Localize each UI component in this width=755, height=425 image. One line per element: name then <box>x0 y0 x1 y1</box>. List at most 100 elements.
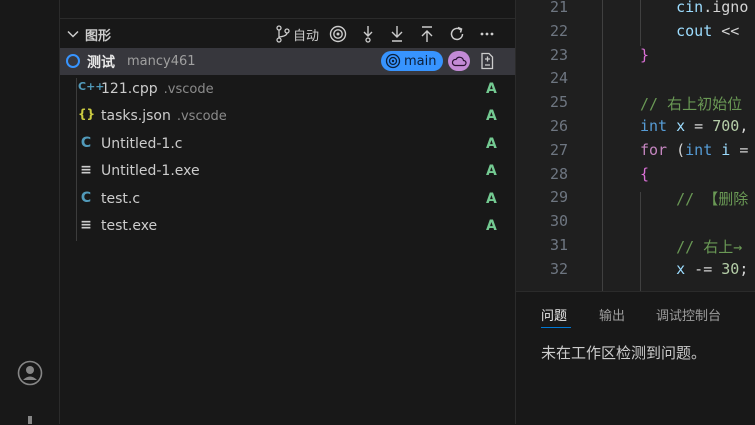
commit-node-icon <box>66 54 80 68</box>
c-file-icon: C <box>80 189 92 206</box>
file-name: Untitled-1.c <box>101 135 183 152</box>
file-name: test.c <box>101 190 141 207</box>
file-name: test.exe <box>101 217 158 234</box>
target-button[interactable] <box>328 24 348 44</box>
code-line[interactable]: 32 x -= 30; <box>516 260 755 284</box>
code-text: for (int i = <box>640 140 749 159</box>
line-number: 26 <box>549 117 568 135</box>
list-item[interactable]: C test.c A <box>60 187 515 214</box>
commit-message: 测试 <box>87 55 115 71</box>
code-line[interactable]: 30 <box>516 212 755 236</box>
file-directory: .vscode <box>176 109 227 125</box>
code-text: // 【删除 <box>640 190 749 209</box>
ellipsis-icon <box>480 32 494 36</box>
code-line[interactable]: 24 <box>516 69 755 93</box>
source-control-panel: 图形 自动 测试 mancy461 main C++ 121.cpp .vsco… <box>60 0 516 424</box>
binary-file-icon: ≡ <box>80 162 92 179</box>
list-item[interactable]: ≡ Untitled-1.exe A <box>60 159 515 186</box>
code-text: } <box>640 45 650 64</box>
bottom-panel: 问题 输出 调试控制台 未在工作区检测到问题。 <box>516 291 755 425</box>
code-text: cin.igno <box>676 0 749 16</box>
branch-filter-button[interactable]: 自动 <box>268 24 326 44</box>
line-number: 29 <box>549 188 568 207</box>
list-item[interactable]: C++ 121.cpp .vscode A <box>60 77 515 104</box>
file-name: Untitled-1.exe <box>101 163 200 180</box>
refresh-button[interactable] <box>447 24 467 44</box>
line-number: 28 <box>549 164 568 183</box>
graph-section-title: 图形 <box>85 29 112 44</box>
code-line[interactable]: 23} <box>516 46 755 70</box>
commit-author: mancy461 <box>127 54 196 69</box>
code-line[interactable]: 26 int x = 700, <box>516 117 755 141</box>
file-name: 121.cpp .vscode <box>101 81 214 97</box>
list-item[interactable]: ≡ test.exe A <box>60 214 515 241</box>
tab-output[interactable]: 输出 <box>599 305 625 324</box>
tab-problems[interactable]: 问题 <box>541 305 567 324</box>
status-badge: A <box>486 81 497 97</box>
problems-message: 未在工作区检测到问题。 <box>541 344 707 362</box>
branch-icon <box>276 25 290 43</box>
push-icon <box>421 26 433 42</box>
c-file-icon: C <box>80 134 92 151</box>
pull-icon <box>391 26 403 42</box>
target-icon <box>329 25 347 43</box>
divider <box>60 18 515 19</box>
line-number: 24 <box>549 69 568 88</box>
fetch-icon <box>363 26 373 43</box>
fetch-button[interactable] <box>358 24 378 44</box>
graph-section-header[interactable]: 图形 自动 <box>60 22 515 46</box>
code-line[interactable]: 28 { <box>516 165 755 189</box>
code-line[interactable]: 21 cin.igno <box>516 0 755 22</box>
code-text: { <box>640 164 650 183</box>
commit-row[interactable]: 测试 mancy461 main <box>60 48 515 75</box>
remote-badge <box>448 51 470 71</box>
line-number: 32 <box>549 259 568 278</box>
status-badge: A <box>486 217 497 234</box>
status-badge: A <box>486 190 497 207</box>
account-icon[interactable] <box>17 360 43 386</box>
list-item[interactable]: C Untitled-1.c A <box>60 132 515 159</box>
branch-filter-label: 自动 <box>292 28 319 44</box>
status-badge: A <box>486 108 497 125</box>
status-badge: A <box>486 163 497 180</box>
tab-debug-console[interactable]: 调试控制台 <box>656 305 721 324</box>
code-text: // 右上→ <box>640 238 743 256</box>
active-tab-indicator <box>541 327 571 328</box>
code-line[interactable]: 27 for (int i = <box>516 141 755 165</box>
code-text: // 右上初始位 <box>640 95 743 114</box>
code-text: cout << <box>676 21 749 40</box>
chevron-down-icon[interactable] <box>66 27 80 41</box>
cpp-file-icon: C++ <box>78 80 105 93</box>
open-changes-icon[interactable] <box>478 52 496 70</box>
file-directory: .vscode <box>163 82 214 97</box>
branch-badge: main <box>381 51 443 71</box>
code-line[interactable]: 25 // 右上初始位 <box>516 93 755 117</box>
line-number: 27 <box>549 140 568 159</box>
line-number: 23 <box>549 45 568 64</box>
code-line[interactable]: 29 // 【删除 <box>516 188 755 212</box>
file-name: tasks.json .vscode <box>101 108 227 125</box>
more-actions-button[interactable] <box>477 24 497 44</box>
line-number: 30 <box>549 212 568 231</box>
line-number: 22 <box>549 21 568 40</box>
code-text: int x = 700, <box>640 117 749 135</box>
pull-button[interactable] <box>387 24 407 44</box>
list-item[interactable]: {} tasks.json .vscode A <box>60 104 515 131</box>
binary-file-icon: ≡ <box>80 216 92 233</box>
json-file-icon: {} <box>78 107 96 122</box>
refresh-icon <box>450 26 464 41</box>
line-number: 31 <box>549 236 568 254</box>
code-line[interactable]: 31 // 右上→ <box>516 236 755 260</box>
code-editor[interactable]: 21 cin.igno 22 cout << 23} 24 25// 右上初始位 26 i… <box>516 0 755 291</box>
cloud-icon <box>451 56 467 67</box>
branch-badge-label: main <box>404 53 437 69</box>
line-number: 25 <box>549 93 568 112</box>
settings-gear-icon[interactable] <box>24 414 36 424</box>
status-badge: A <box>486 135 497 152</box>
line-number: 21 <box>549 0 568 16</box>
target-icon <box>385 53 401 69</box>
push-button[interactable] <box>417 24 437 44</box>
changed-files-list: C++ 121.cpp .vscode A {} tasks.json .vscod… <box>60 77 515 241</box>
code-line[interactable]: 22 cout << <box>516 22 755 46</box>
activity-bar <box>0 0 60 424</box>
